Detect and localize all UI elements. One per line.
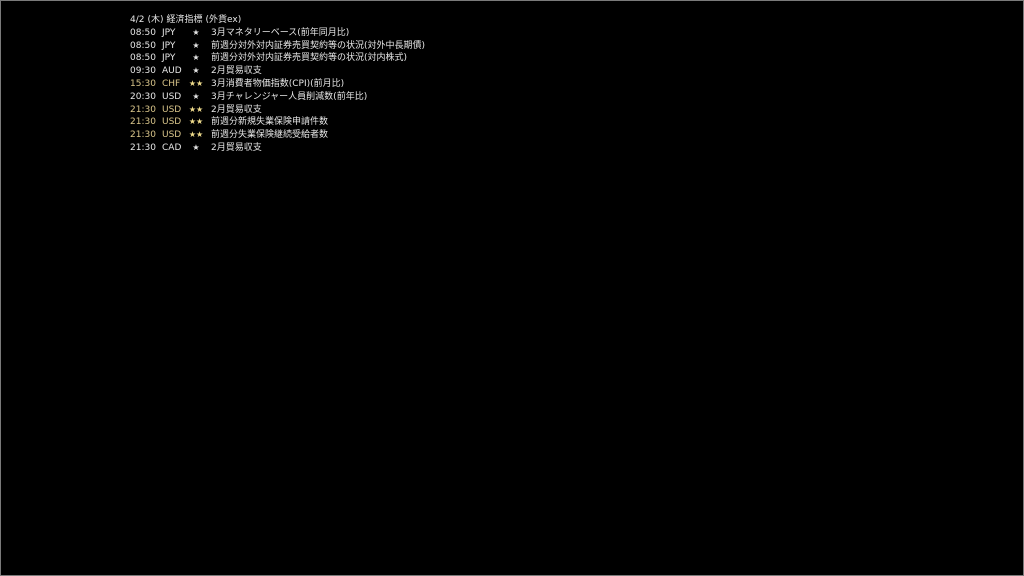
importance-stars: ★★ bbox=[188, 117, 204, 127]
importance-stars: ★ bbox=[192, 53, 200, 63]
importance-stars: ★ bbox=[192, 91, 200, 101]
event-time: 15:30 bbox=[130, 78, 156, 89]
economic-calendar: 4/2 (木) 経済指標 (外貨ex) 08:50 JPY ★ 3月マネタリーベース(… bbox=[130, 14, 425, 155]
event-row: 21:30 CAD ★ 2月貿易収支 bbox=[130, 142, 262, 155]
importance-stars: ★ bbox=[192, 27, 200, 37]
event-time: 20:30 bbox=[130, 91, 156, 102]
importance-stars: ★★ bbox=[188, 130, 204, 140]
event-time: 08:50 bbox=[130, 40, 156, 51]
screen-frame: 4/2 (木) 経済指標 (外貨ex) 08:50 JPY ★ 3月マネタリーベース(… bbox=[0, 0, 1024, 576]
header-source: (外貨ex) bbox=[205, 15, 242, 25]
event-time: 21:30 bbox=[130, 104, 156, 115]
event-row: 08:50 JPY ★ 前週分対外対内証券売買契約等の状況(対外中長期債) bbox=[130, 40, 425, 53]
event-row: 08:50 JPY ★ 3月マネタリーベース(前年同月比) bbox=[130, 27, 349, 40]
event-currency: USD bbox=[162, 104, 182, 115]
event-currency: CAD bbox=[162, 142, 182, 153]
event-time: 21:30 bbox=[130, 130, 156, 141]
event-currency: JPY bbox=[162, 27, 176, 38]
event-name: 前週分対外対内証券売買契約等の状況(対外中長期債) bbox=[211, 40, 426, 51]
event-row: 21:30 USD ★★ 2月貿易収支 bbox=[130, 104, 262, 117]
event-time: 08:50 bbox=[130, 53, 156, 64]
event-time: 21:30 bbox=[130, 142, 156, 153]
event-name: 3月マネタリーベース(前年同月比) bbox=[211, 27, 350, 38]
event-currency: JPY bbox=[162, 53, 176, 64]
event-row: 15:30 CHF ★★ 3月消費者物価指数(CPI)(前月比) bbox=[130, 78, 344, 91]
importance-stars: ★★ bbox=[188, 104, 204, 114]
event-name: 3月消費者物価指数(CPI)(前月比) bbox=[211, 78, 345, 89]
event-row: 08:50 JPY ★ 前週分対外対内証券売買契約等の状況(対内株式) bbox=[130, 52, 407, 65]
event-name: 前週分失業保険継続受給者数 bbox=[211, 130, 329, 141]
event-currency: AUD bbox=[162, 66, 182, 77]
event-time: 21:30 bbox=[130, 117, 156, 128]
event-currency: USD bbox=[162, 130, 182, 141]
event-name: 3月チャレンジャー人員削減数(前年比) bbox=[211, 91, 368, 102]
header-date: 4/2 bbox=[130, 15, 145, 25]
event-row: 20:30 USD ★ 3月チャレンジャー人員削減数(前年比) bbox=[130, 91, 367, 104]
event-currency: JPY bbox=[162, 40, 176, 51]
event-row: 21:30 USD ★★ 前週分失業保険継続受給者数 bbox=[130, 129, 328, 142]
event-currency: USD bbox=[162, 117, 182, 128]
importance-stars: ★ bbox=[192, 142, 200, 152]
header-title: 経済指標 bbox=[166, 15, 203, 25]
event-name: 2月貿易収支 bbox=[211, 104, 262, 115]
calendar-header: 4/2 (木) 経済指標 (外貨ex) bbox=[130, 14, 241, 27]
event-name: 前週分対外対内証券売買契約等の状況(対内株式) bbox=[211, 53, 408, 64]
importance-stars: ★ bbox=[192, 40, 200, 50]
event-row: 09:30 AUD ★ 2月貿易収支 bbox=[130, 65, 262, 78]
importance-stars: ★ bbox=[192, 66, 200, 76]
header-weekday: (木) bbox=[147, 15, 164, 25]
event-row: 21:30 USD ★★ 前週分新規失業保険申請件数 bbox=[130, 116, 328, 129]
event-time: 08:50 bbox=[130, 27, 156, 38]
event-time: 09:30 bbox=[130, 66, 156, 77]
event-currency: CHF bbox=[162, 78, 181, 89]
importance-stars: ★★ bbox=[188, 78, 204, 88]
event-name: 2月貿易収支 bbox=[211, 142, 262, 153]
event-currency: USD bbox=[162, 91, 182, 102]
event-name: 2月貿易収支 bbox=[211, 66, 262, 77]
event-name: 前週分新規失業保険申請件数 bbox=[211, 117, 329, 128]
